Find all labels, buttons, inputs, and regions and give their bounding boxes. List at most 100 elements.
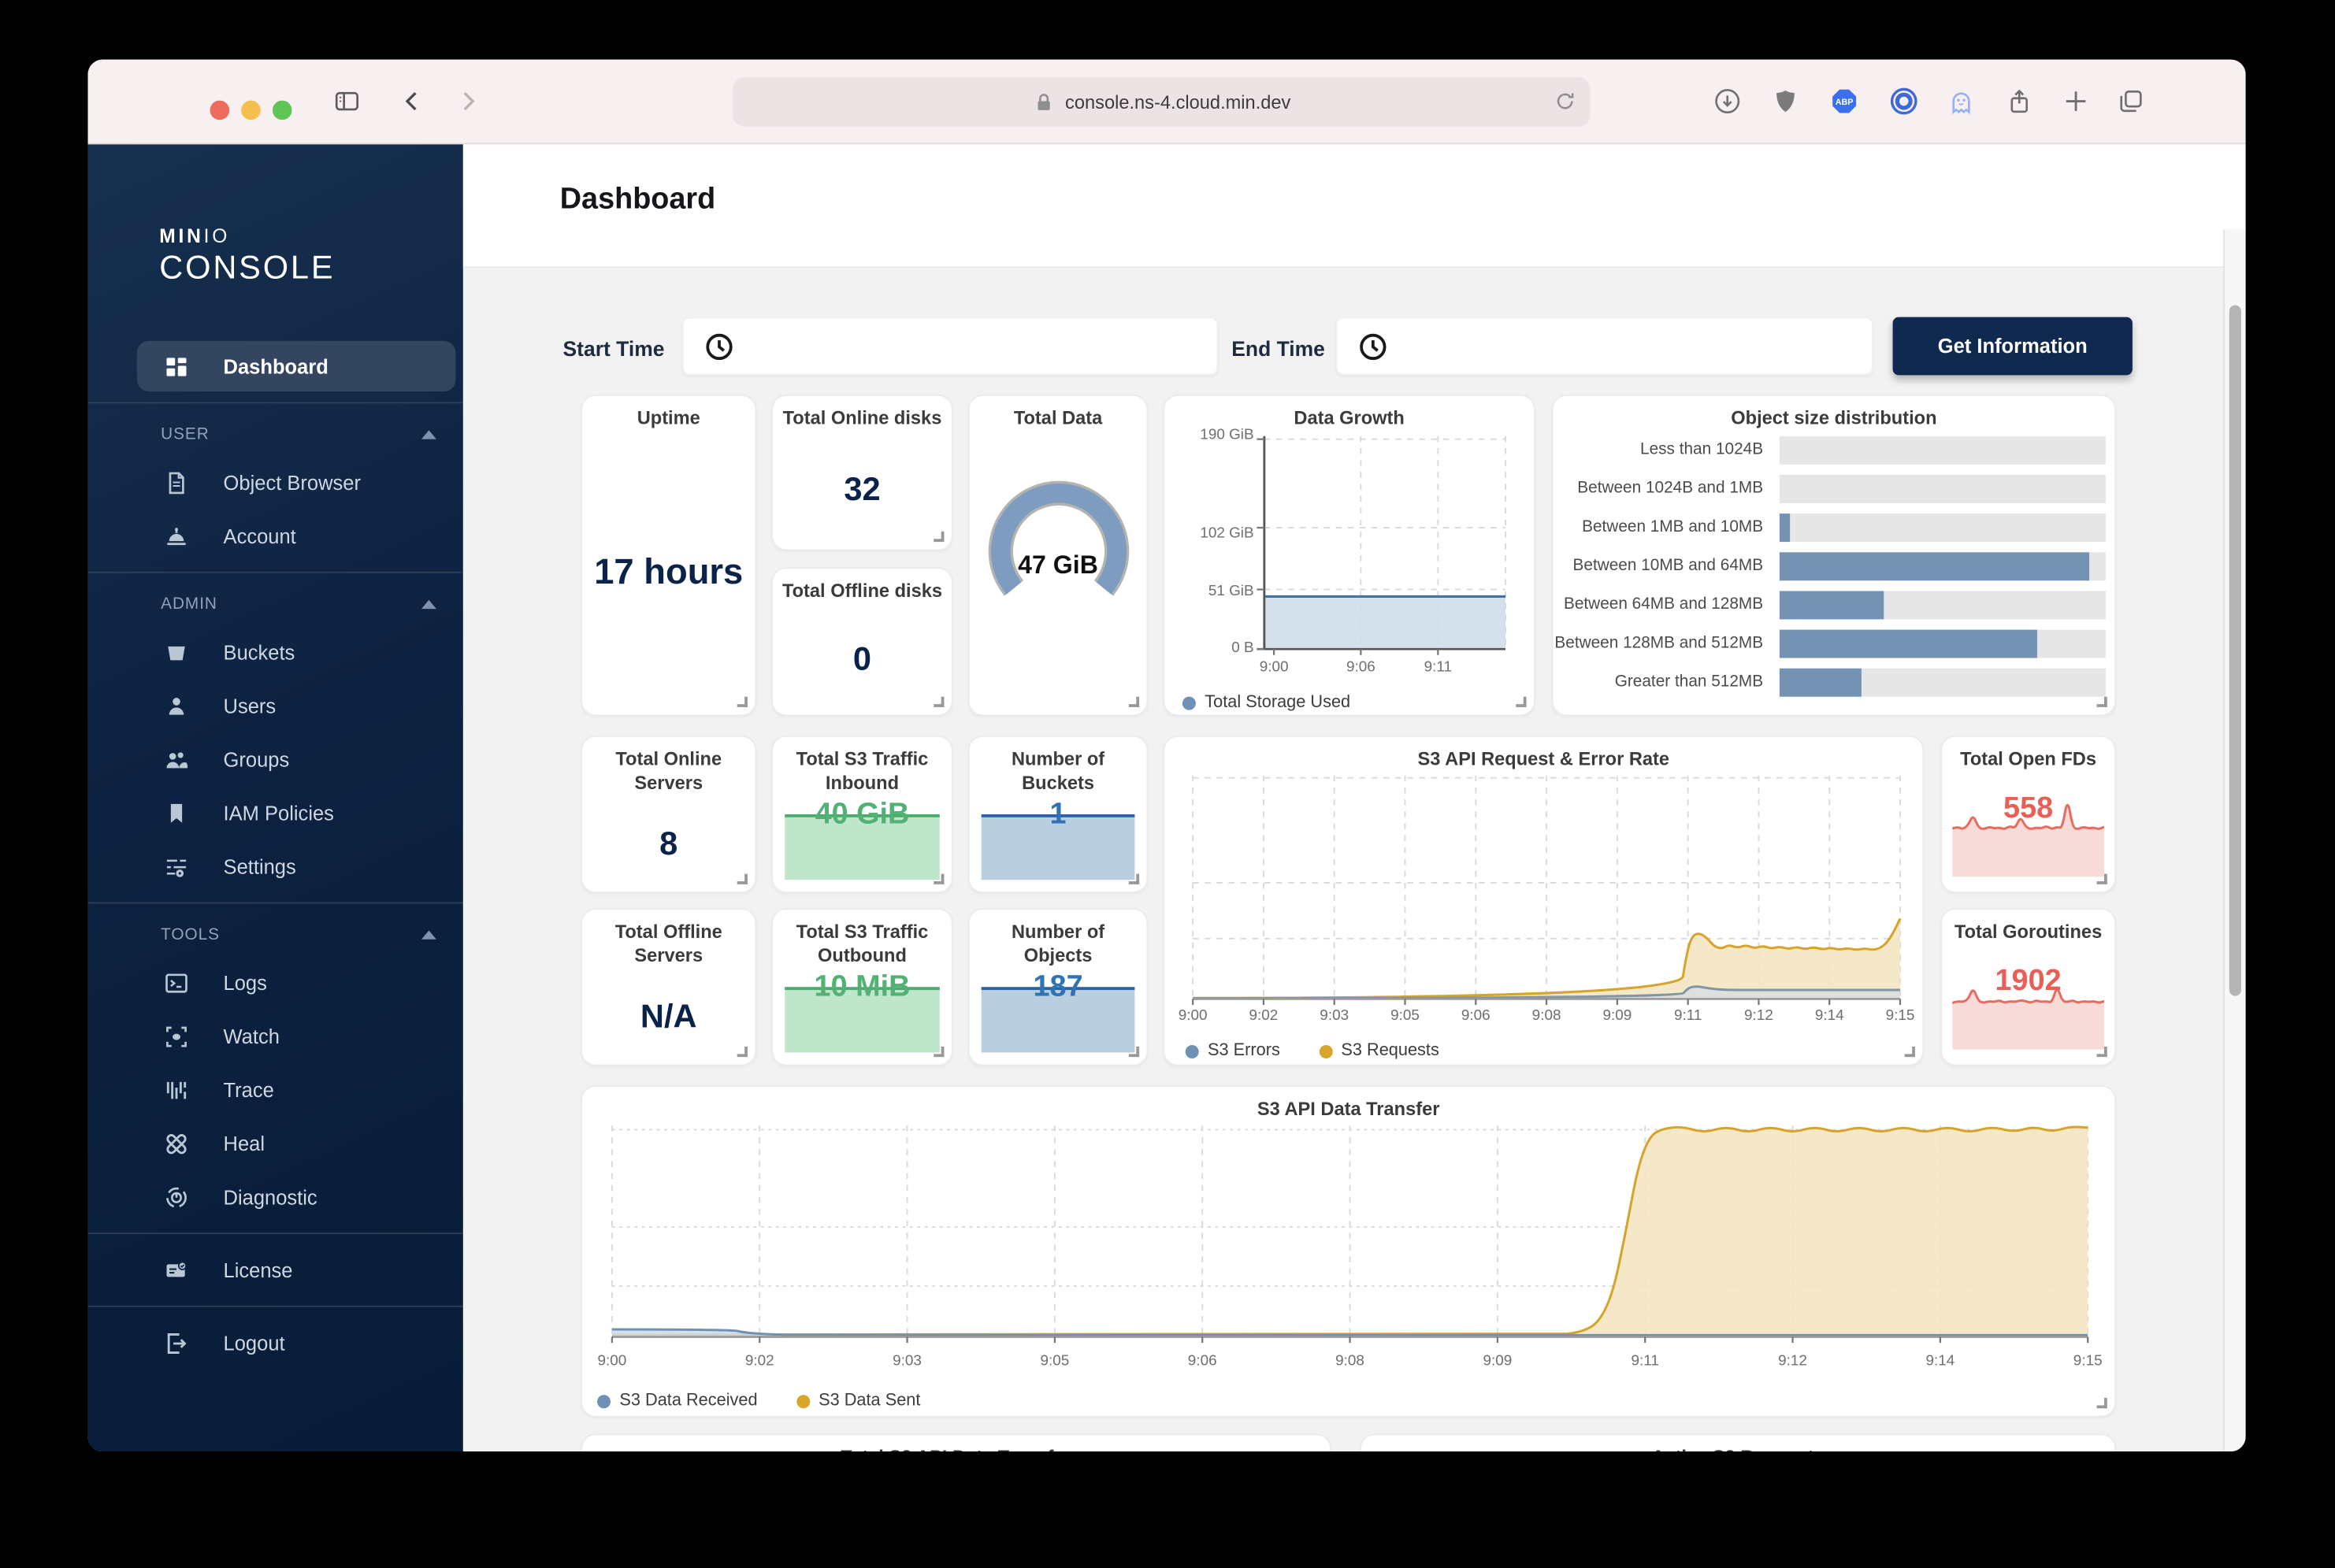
sidebar-item-label: Buckets [224,641,295,663]
x-axis-tick: 9:05 [1040,1353,1069,1370]
clock-icon [704,332,734,362]
x-axis-tick: 9:14 [1925,1353,1954,1370]
logo-min: MIN [159,224,203,247]
total-data-gauge [970,455,1147,610]
open-fds-card: Total Open FDs 558 [1940,736,2116,893]
resize-handle-icon[interactable] [1129,697,1139,707]
traffic-outbound-value: 10 MiB [773,970,952,1004]
refresh-icon[interactable] [1554,89,1577,113]
scrollbar-track[interactable] [2223,229,2245,1451]
lock-icon [1032,90,1056,113]
shield-icon[interactable] [1772,88,1799,115]
sidebar-toggle-icon[interactable] [333,88,360,115]
collapse-icon[interactable] [421,930,436,939]
resize-handle-icon[interactable] [1905,1047,1915,1057]
collapse-icon[interactable] [421,600,436,609]
back-icon[interactable] [399,88,426,115]
sidebar-item-dashboard[interactable]: Dashboard [137,341,456,391]
active-s3-requests-card: Active S3 Requests [1360,1433,2116,1451]
scrollbar-thumb[interactable] [2229,306,2241,996]
forward-icon[interactable] [455,88,481,115]
resize-handle-icon[interactable] [934,874,944,884]
legend-dot [1182,696,1196,710]
sidebar-item-groups[interactable]: Groups [88,734,463,784]
page-title: Dashboard [560,183,715,217]
sidebar-section-admin: ADMIN [88,585,463,624]
resize-handle-icon[interactable] [2097,1047,2107,1057]
resize-handle-icon[interactable] [2097,874,2107,884]
resize-handle-icon[interactable] [1516,697,1526,707]
sidebar-item-label: Users [224,695,277,717]
downloads-icon[interactable] [1714,88,1741,115]
sidebar-item-users[interactable]: Users [88,680,463,731]
zoom-window-button[interactable] [273,101,292,120]
diagnostic-icon [164,1184,189,1210]
close-window-button[interactable] [210,101,230,120]
resize-handle-icon[interactable] [737,697,748,707]
sidebar-item-diagnostic[interactable]: Diagnostic [88,1172,463,1222]
minimize-window-button[interactable] [241,101,261,120]
ghostery-icon[interactable] [1948,88,1975,115]
resize-handle-icon[interactable] [1129,874,1139,884]
collapse-icon[interactable] [421,430,436,439]
sidebar-section-label: ADMIN [161,595,217,613]
card-title: Total Open FDs [1942,749,2114,773]
minio-console-logo: MINIO CONSOLE [159,226,335,284]
share-icon[interactable] [2006,88,2032,115]
resize-handle-icon[interactable] [934,1047,944,1057]
sidebar-item-buckets[interactable]: Buckets [88,627,463,677]
sidebar-divider [88,572,463,573]
sidebar-item-label: Dashboard [224,355,329,377]
address-bar[interactable]: console.ns-4.cloud.min.dev [733,77,1591,126]
resize-handle-icon[interactable] [2097,1398,2107,1408]
chart-title: S3 API Data Transfer [582,1099,2114,1122]
x-axis-tick: 9:11 [1631,1353,1658,1370]
logout-icon [164,1330,189,1355]
get-information-button[interactable]: Get Information [1893,317,2133,376]
sidebar-item-heal[interactable]: Heal [88,1118,463,1169]
card-title: Total S3 Traffic Inbound [773,749,952,795]
end-time-input[interactable] [1336,317,1873,376]
card-title: Total S3 Traffic Outbound [773,921,952,968]
sidebar-item-watch[interactable]: Watch [88,1011,463,1062]
adblock-plus-icon[interactable]: ABP [1830,87,1858,116]
bar-row: Less than 1024B [1554,436,2106,464]
sidebar-item-account[interactable]: Account [88,510,463,561]
svg-text:ABP: ABP [1836,98,1854,107]
new-tab-icon[interactable] [2062,88,2089,115]
chart-title: Active S3 Requests [1361,1447,2114,1451]
legend-dot [1186,1044,1199,1058]
resize-handle-icon[interactable] [1129,1047,1139,1057]
sidebar-divider [88,903,463,904]
onepassword-icon[interactable] [1890,87,1918,116]
sidebar-item-label: IAM Policies [224,802,334,824]
sidebar-item-settings[interactable]: Settings [88,841,463,891]
resize-handle-icon[interactable] [737,1047,748,1057]
resize-handle-icon[interactable] [737,874,748,884]
chart-title: Total S3 API Data Transfer [582,1447,1330,1451]
x-axis-tick: 9:02 [745,1353,774,1370]
resize-handle-icon[interactable] [934,532,944,542]
sidebar-item-iam-policies[interactable]: IAM Policies [88,788,463,838]
clock-icon [1358,332,1388,362]
x-axis-tick: 9:15 [1886,1008,1915,1025]
bookmark-icon [164,800,189,825]
chart-plot [1193,776,1900,999]
chart-plot [612,1125,2088,1336]
card-title: Total Goroutines [1942,921,2114,945]
sidebar-item-logout[interactable]: Logout [88,1318,463,1368]
sidebar-item-logs[interactable]: Logs [88,957,463,1007]
start-time-input[interactable] [682,317,1219,376]
resize-handle-icon[interactable] [934,697,944,707]
s3-api-data-transfer-card: S3 API Data Transfer 9:009:029:039:059:0… [581,1085,2116,1418]
heal-icon [164,1131,189,1156]
sidebar-item-license[interactable]: License [88,1244,463,1295]
page-header: Dashboard [463,144,2246,268]
sidebar-item-object-browser[interactable]: Object Browser [88,457,463,507]
sidebar-nav: DashboardUSERObject BrowserAccountADMINB… [88,338,463,1451]
sidebar-item-trace[interactable]: Trace [88,1065,463,1115]
x-axis-tick: 9:09 [1483,1353,1512,1370]
open-fds-value: 558 [1942,792,2114,826]
tab-overview-icon[interactable] [2118,88,2144,115]
card-title: Number of Buckets [970,749,1147,795]
